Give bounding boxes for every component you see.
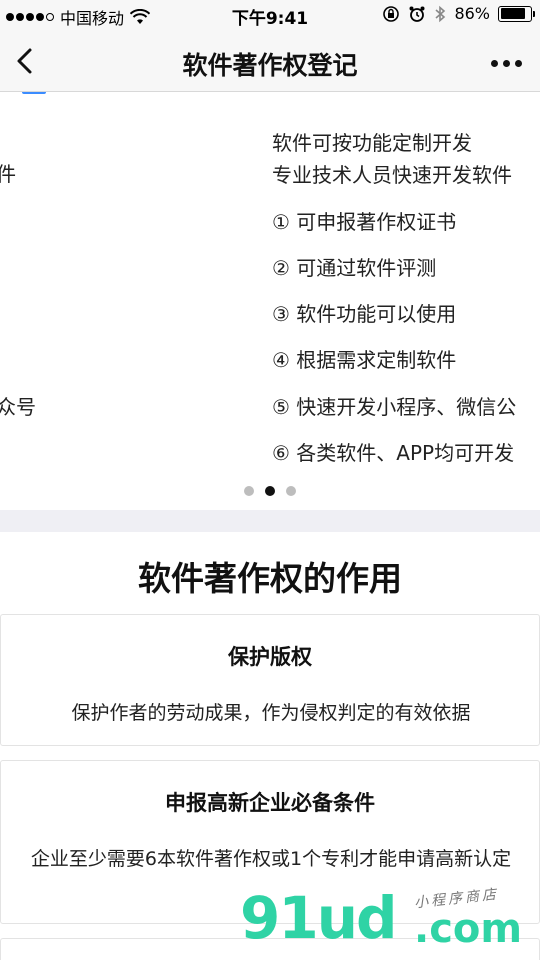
nav-bar: 软件著作权登记 (0, 30, 540, 92)
slide-line: ② 可通过软件评测 (272, 256, 437, 280)
slide-line: ① 可申报著作权证书 (272, 210, 457, 234)
slide-text-fragment: 众号 (0, 395, 36, 419)
slide-line: ④ 根据需求定制软件 (272, 348, 457, 372)
battery-icon (498, 5, 535, 22)
carousel-dot[interactable] (286, 486, 296, 496)
more-dot-icon (490, 59, 498, 67)
page-title: 软件著作权登记 (182, 51, 358, 80)
battery-percent: 86% (454, 4, 490, 23)
status-right: 86% (382, 4, 535, 23)
card-description: 企业至少需要6本软件著作权或1个专利才能申请高新认定 (30, 848, 512, 870)
carousel-edge-mark (22, 92, 46, 94)
section-title: 软件著作权的作用 (138, 559, 402, 598)
slide-line: 专业技术人员快速开发软件 (272, 163, 512, 187)
battery-fill (500, 8, 526, 19)
slide-line: ⑥ 各类软件、APP均可开发 (272, 441, 515, 465)
slide-line: ③ 软件功能可以使用 (272, 302, 457, 326)
card-title: 申报高新企业必备条件 (165, 791, 375, 815)
watermark-logo: 91ud (240, 884, 398, 952)
more-dot-icon (502, 59, 510, 67)
slide-line: 软件可按功能定制开发 (272, 131, 472, 155)
card-title: 保护版权 (228, 645, 312, 669)
rotation-lock-icon (383, 5, 400, 22)
slide-text-fragment: 件 (0, 162, 16, 186)
function-card-copyright: 保护版权 保护作者的劳动成果，作为侵权判定的有效依据 (0, 614, 540, 746)
status-bar: 中国移动 下午9:41 86% (0, 0, 540, 30)
feature-carousel[interactable]: 件 众号 软件可按功能定制开发 专业技术人员快速开发软件 ① 可申报著作权证书 … (0, 92, 540, 510)
watermark-suffix: .com (414, 906, 523, 952)
slide-line: ⑤ 快速开发小程序、微信公 (272, 395, 517, 419)
more-dot-icon (514, 59, 522, 67)
carousel-dot[interactable] (265, 486, 275, 496)
alarm-icon (409, 6, 425, 22)
watermark: 91ud 小程序商店 .com (238, 880, 538, 960)
card-description: 保护作者的劳动成果，作为侵权判定的有效依据 (71, 702, 471, 724)
carousel-dot[interactable] (244, 486, 254, 496)
more-options-button[interactable] (486, 48, 526, 78)
bluetooth-icon (435, 5, 446, 22)
carousel-pagination (0, 486, 540, 496)
